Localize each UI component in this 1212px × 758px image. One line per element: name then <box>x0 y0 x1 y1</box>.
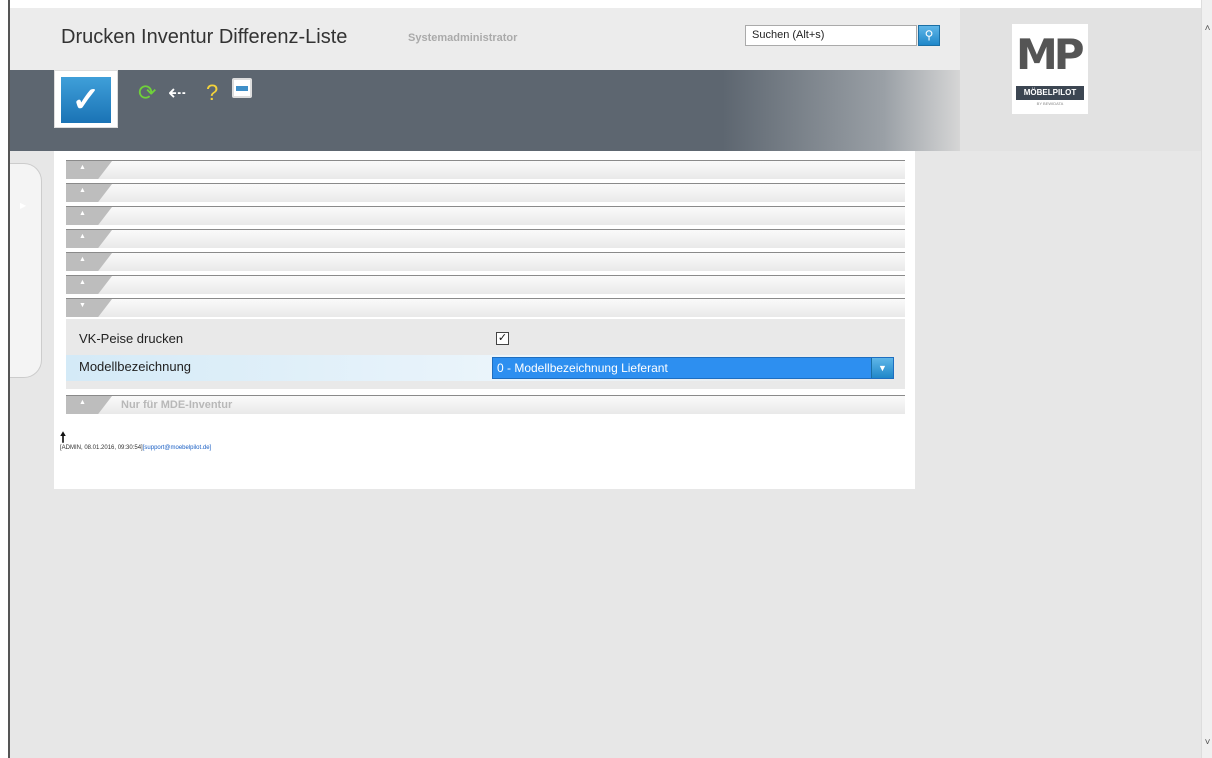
section-header-3[interactable]: ▲ <box>66 206 905 225</box>
section-header-7[interactable]: ▼ <box>66 298 905 317</box>
section-toggle[interactable]: ▼ <box>66 299 112 317</box>
vk-preise-checkbox[interactable]: ✓ <box>496 332 509 345</box>
checkmark-icon: ✓ <box>61 77 111 123</box>
chevron-down-icon[interactable]: ˅ <box>1202 736 1212 750</box>
logo: MP MÖBELPILOT BY BEWIDATA <box>1012 24 1088 114</box>
app-window: Drucken Inventur Differenz-Liste Systema… <box>10 8 1201 758</box>
help-icon[interactable]: ? <box>206 80 218 106</box>
section-label-mde: Nur für MDE-Inventur <box>121 399 233 411</box>
chevron-up-icon: ▲ <box>79 187 86 194</box>
page-title: Drucken Inventur Differenz-Liste <box>61 26 348 48</box>
section-content: VK-Peise drucken ✓ Modellbezeichnung 0 -… <box>66 319 905 389</box>
section-toggle[interactable]: ▲ <box>66 207 112 225</box>
refresh-icon[interactable]: ⟳ <box>138 80 156 106</box>
side-panel-toggle[interactable] <box>10 163 42 378</box>
section-header-5[interactable]: ▲ <box>66 252 905 271</box>
footer-meta-text: [ADMIN, 08.01.2016, 09:30:54] <box>60 445 143 451</box>
search-icon: ⚲ <box>924 28 934 42</box>
chevron-up-icon: ▲ <box>79 399 86 406</box>
user-name: Systemadministrator <box>408 32 518 44</box>
chevron-up-icon[interactable]: ˄ <box>1202 22 1212 36</box>
vk-preise-label: VK-Peise drucken <box>79 331 184 346</box>
logo-area: MP MÖBELPILOT BY BEWIDATA <box>960 8 1201 151</box>
toolbar: ✓ ⟳ ⇠ ? <box>10 70 960 151</box>
section-toggle[interactable]: ▲ <box>66 161 112 179</box>
section-toggle[interactable]: ▲ <box>66 396 112 414</box>
ok-button[interactable]: ✓ <box>54 70 118 128</box>
section-toggle[interactable]: ▲ <box>66 184 112 202</box>
modell-label: Modellbezeichnung <box>79 359 192 374</box>
chevron-up-icon: ▲ <box>79 256 86 263</box>
logo-name: MÖBELPILOT <box>1016 86 1084 100</box>
chevron-down-icon: ▼ <box>79 302 86 309</box>
search-input[interactable]: Suchen (Alt+s) <box>745 25 917 46</box>
section-toggle[interactable]: ▲ <box>66 253 112 271</box>
chevron-up-icon: ▲ <box>79 233 86 240</box>
section-toggle[interactable]: ▲ <box>66 276 112 294</box>
logo-mark: MP <box>1016 30 1085 79</box>
chevron-up-icon: ▲ <box>79 164 86 171</box>
section-header-6[interactable]: ▲ <box>66 275 905 294</box>
support-email-link[interactable]: [support@moebelpilot.de] <box>143 445 211 451</box>
vertical-scrollbar[interactable]: ˄ ˅ <box>1201 0 1212 758</box>
section-toggle[interactable]: ▲ <box>66 230 112 248</box>
modell-select[interactable]: 0 - Modellbezeichnung Lieferant ▼ <box>492 357 894 379</box>
modell-select-value: 0 - Modellbezeichnung Lieferant <box>497 361 668 375</box>
chevron-up-icon: ▲ <box>79 210 86 217</box>
search-button[interactable]: ⚲ <box>918 25 940 46</box>
main-panel: ▲ ▲ ▲ ▲ ▲ ▲ ▼ VK-Peise drucken ✓ Modellb… <box>54 151 915 489</box>
logo-tagline: BY BEWIDATA <box>1036 101 1064 106</box>
section-header-1[interactable]: ▲ <box>66 160 905 179</box>
footer-meta: [ADMIN, 08.01.2016, 09:30:54][support@mo… <box>60 445 211 451</box>
section-header-4[interactable]: ▲ <box>66 229 905 248</box>
chevron-down-icon[interactable]: ▼ <box>871 358 893 378</box>
section-header-2[interactable]: ▲ <box>66 183 905 202</box>
chevron-right-icon: ▶ <box>20 201 27 210</box>
chevron-up-icon: ▲ <box>79 279 86 286</box>
section-header-mde[interactable]: ▲ Nur für MDE-Inventur <box>66 395 905 414</box>
back-arrow-icon[interactable]: ⇠ <box>168 80 186 106</box>
print-icon[interactable] <box>232 78 252 98</box>
